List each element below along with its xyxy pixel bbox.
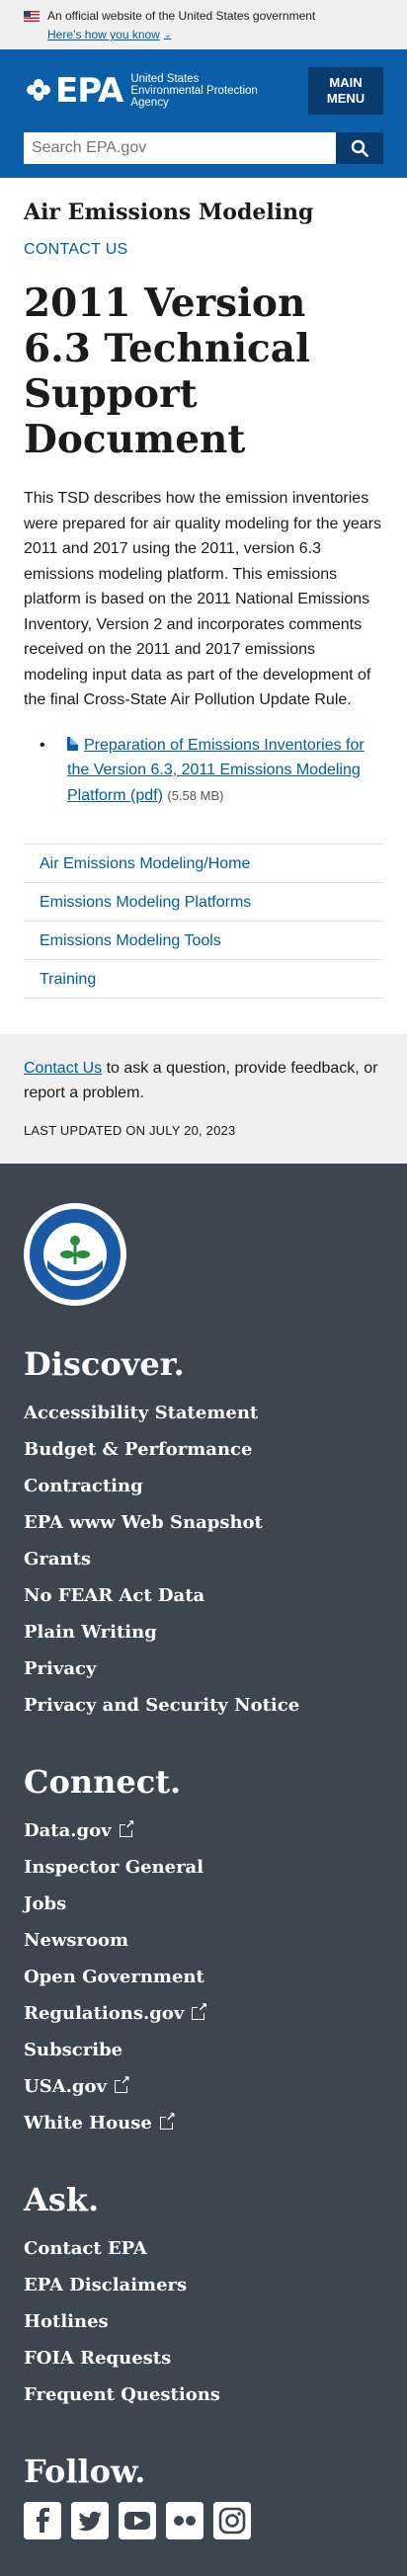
footer-link-no-fear-act-data[interactable]: No FEAR Act Data [24, 1577, 383, 1614]
us-flag-icon [24, 10, 40, 22]
footer-discover: Discover. Accessibility Statement Budget… [24, 1345, 383, 1724]
footer-link-plain-writing[interactable]: Plain Writing [24, 1614, 383, 1650]
footer-ask: Ask. Contact EPA EPA Disclaimers Hotline… [24, 2181, 383, 2413]
side-nav-item-emissions-modeling-tools[interactable]: Emissions Modeling Tools [24, 922, 383, 960]
intro-paragraph: This TSD describes how the emission inve… [24, 490, 381, 708]
epa-flower-icon [27, 79, 50, 101]
search-input[interactable] [24, 132, 336, 164]
footer-link-usa-gov[interactable]: USA.gov [24, 2068, 383, 2105]
footer-link-privacy-security-notice[interactable]: Privacy and Security Notice [24, 1687, 383, 1724]
footer-link-grants[interactable]: Grants [24, 1541, 383, 1577]
external-link-icon [159, 2111, 176, 2130]
footer-link-hotlines[interactable]: Hotlines [24, 2303, 383, 2340]
external-link-icon [114, 2074, 130, 2093]
footer-link-contact-epa[interactable]: Contact EPA [24, 2230, 383, 2267]
social-links [24, 2502, 383, 2539]
heres-how-you-know-link[interactable]: Here’s how you know ⌄ [47, 28, 383, 41]
contact-us-link[interactable]: CONTACT US [24, 241, 383, 259]
footer-follow-title: Follow. [24, 2453, 146, 2490]
gov-banner-row: An official website of the United States… [24, 8, 383, 24]
gov-banner-text: An official website of the United States… [47, 9, 316, 23]
footer-connect: Connect. Data.gov Inspector General Jobs… [24, 1763, 383, 2141]
agency-name-line3: Agency [130, 97, 169, 109]
last-updated: LAST UPDATED ON JULY 20, 2023 [24, 1123, 236, 1138]
footer-link-foia-requests[interactable]: FOIA Requests [24, 2340, 383, 2376]
footer-link-epa-www-web-snapshot[interactable]: EPA www Web Snapshot [24, 1504, 383, 1541]
main-menu-button[interactable]: MAIN MENU [308, 67, 383, 115]
footer-link-budget-performance[interactable]: Budget & Performance [24, 1431, 383, 1468]
epa-logo-letters: EPA [55, 71, 123, 111]
footer-link-subscribe[interactable]: Subscribe [24, 2032, 383, 2068]
main-menu-line1: MAIN [329, 75, 363, 90]
footer-discover-title: Discover. [24, 1345, 185, 1383]
site-header: EPA United States Environmental Protecti… [0, 49, 407, 178]
flickr-icon[interactable] [166, 2502, 204, 2539]
side-nav-item-air-emissions-modeling-home[interactable]: Air Emissions Modeling/Home [24, 845, 383, 883]
gov-banner: An official website of the United States… [0, 0, 407, 49]
footer-link-epa-disclaimers[interactable]: EPA Disclaimers [24, 2267, 383, 2303]
external-link-icon [119, 1818, 135, 1837]
list-item: Preparation of Emissions Inventories for… [40, 733, 383, 809]
footer-link-white-house[interactable]: White House [24, 2105, 383, 2141]
footer-link-inspector-general[interactable]: Inspector General [24, 1849, 383, 1886]
search-button[interactable] [336, 132, 383, 164]
footer-connect-title: Connect. [24, 1763, 182, 1801]
side-nav-item-emissions-modeling-platforms[interactable]: Emissions Modeling Platforms [24, 883, 383, 922]
youtube-icon[interactable] [119, 2502, 156, 2539]
epa-logo-link[interactable]: EPA United States Environmental Protecti… [24, 71, 258, 111]
document-list: Preparation of Emissions Inventories for… [40, 733, 383, 809]
footer-link-label: USA.gov [24, 2076, 107, 2097]
twitter-icon[interactable] [71, 2502, 109, 2539]
agency-name-line2: Environmental Protection [130, 85, 258, 97]
epa-seal-icon [26, 1205, 124, 1304]
side-nav: Air Emissions Modeling/Home Emissions Mo… [24, 844, 383, 999]
section-title: Air Emissions Modeling [24, 200, 314, 225]
footer-ask-title: Ask. [24, 2181, 100, 2218]
heres-how-you-know-label: Here’s how you know [47, 28, 160, 41]
external-link-icon [192, 2001, 208, 2020]
search-icon [351, 139, 368, 157]
footer-link-contracting[interactable]: Contracting [24, 1468, 383, 1504]
footer-link-privacy[interactable]: Privacy [24, 1650, 383, 1687]
agency-name-line1: United States [130, 73, 200, 85]
footer-link-jobs[interactable]: Jobs [24, 1886, 383, 1922]
page-title: 2011 Version 6.3 Technical Support Docum… [24, 281, 310, 462]
contact-us-footer-link[interactable]: Contact Us [24, 1060, 102, 1077]
contact-box: Contact Us to ask a question, provide fe… [0, 1034, 407, 1164]
footer-link-regulations-gov[interactable]: Regulations.gov [24, 1995, 383, 2032]
footer-link-frequent-questions[interactable]: Frequent Questions [24, 2376, 383, 2413]
side-nav-item-training[interactable]: Training [24, 960, 383, 999]
contact-text: Contact Us to ask a question, provide fe… [24, 1056, 383, 1105]
site-footer: Discover. Accessibility Statement Budget… [0, 1164, 407, 2576]
main-menu-line2: MENU [326, 91, 366, 106]
footer-follow: Follow. [24, 2453, 383, 2539]
chevron-down-icon: ⌄ [163, 29, 172, 40]
epa-seal-logo[interactable] [24, 1203, 126, 1306]
search-bar [24, 132, 383, 164]
instagram-icon[interactable] [213, 2502, 251, 2539]
footer-link-data-gov[interactable]: Data.gov [24, 1812, 383, 1849]
pdf-file-icon [67, 736, 78, 751]
footer-link-label: White House [24, 2113, 152, 2133]
document-size: (5.58 MB) [167, 787, 224, 803]
epa-logo: EPA [24, 71, 123, 111]
facebook-icon[interactable] [24, 2502, 61, 2539]
main-content: Air Emissions Modeling CONTACT US 2011 V… [0, 200, 407, 999]
footer-link-newsroom[interactable]: Newsroom [24, 1922, 383, 1959]
footer-link-accessibility-statement[interactable]: Accessibility Statement [24, 1395, 383, 1431]
footer-link-label: Regulations.gov [24, 2003, 185, 2024]
footer-link-label: Data.gov [24, 1820, 112, 1841]
logo-row: EPA United States Environmental Protecti… [24, 67, 383, 115]
agency-name: United States Environmental Protection A… [130, 73, 257, 109]
footer-link-open-government[interactable]: Open Government [24, 1959, 383, 1995]
